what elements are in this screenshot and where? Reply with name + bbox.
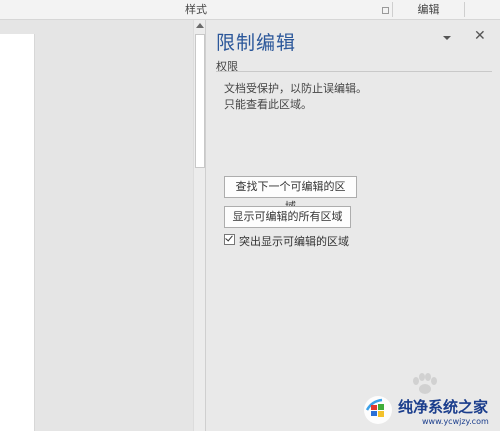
editing-group-label: 编辑 xyxy=(417,3,440,16)
close-icon[interactable]: ✕ xyxy=(474,28,486,44)
show-all-editable-regions-button[interactable]: 显示可编辑的所有区域 xyxy=(224,206,351,228)
highlight-editable-regions-label: 突出显示可编辑的区域 xyxy=(239,235,349,248)
section-divider xyxy=(216,71,492,72)
scroll-thumb[interactable] xyxy=(195,34,205,168)
document-page[interactable] xyxy=(0,34,35,431)
highlight-editable-regions-checkbox[interactable] xyxy=(224,233,235,245)
vertical-scrollbar[interactable] xyxy=(193,20,206,431)
scroll-up-icon[interactable] xyxy=(196,23,204,28)
ribbon-group-bar: 样式 编辑 xyxy=(0,0,500,20)
document-area[interactable] xyxy=(0,20,193,431)
checkmark-icon xyxy=(225,233,233,242)
styles-dialog-launcher-icon[interactable] xyxy=(382,7,389,14)
ribbon-divider xyxy=(464,2,465,17)
watermark-url: www.ycwjzy.com xyxy=(422,417,489,426)
windows-logo-icon xyxy=(364,396,392,424)
site-watermark: 纯净系统之家 www.ycwjzy.com xyxy=(360,390,500,431)
watermark-site-name: 纯净系统之家 xyxy=(398,398,489,416)
pane-options-chevron-down-icon[interactable] xyxy=(443,36,451,40)
restrict-editing-pane: 限制编辑 ✕ 权限 文档受保护，以防止误编辑。 只能查看此区域。 查找下一个可编… xyxy=(206,20,500,431)
pane-title: 限制编辑 xyxy=(216,32,297,54)
find-next-editable-region-button[interactable]: 查找下一个可编辑的区域 xyxy=(224,176,357,213)
styles-group-label: 样式 xyxy=(185,3,207,16)
protection-description-line: 只能查看此区域。 xyxy=(224,98,312,111)
protection-description-line: 文档受保护，以防止误编辑。 xyxy=(224,82,367,95)
